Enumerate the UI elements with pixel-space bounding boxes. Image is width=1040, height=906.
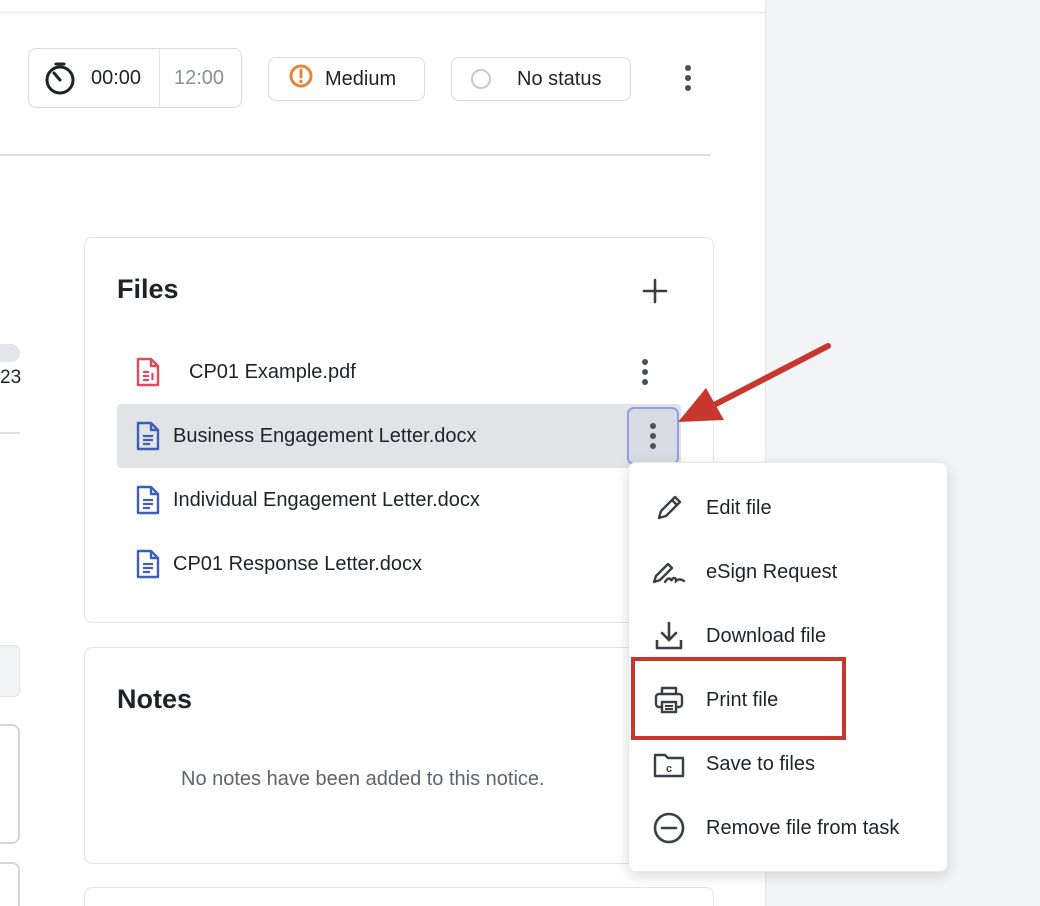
status-circle-icon <box>471 69 491 89</box>
top-border <box>0 0 765 13</box>
files-title: Files <box>117 274 179 304</box>
file-name: CP01 Response Letter.docx <box>173 552 423 575</box>
doc-file-icon <box>133 421 163 451</box>
header-more-icon[interactable] <box>673 60 703 96</box>
menu-label: Edit file <box>706 496 772 519</box>
menu-label: Save to files <box>706 752 815 775</box>
notes-empty-message: No notes have been added to this notice. <box>181 768 545 790</box>
left-field-fragment <box>0 645 20 697</box>
file-name: Business Engagement Letter.docx <box>173 424 477 447</box>
time-tracker[interactable]: 00:00 12:00 <box>28 48 242 108</box>
status-dropdown[interactable]: No status <box>451 57 631 101</box>
priority-alert-icon <box>289 64 313 94</box>
stopwatch-icon[interactable] <box>29 61 91 95</box>
doc-file-icon <box>133 485 163 515</box>
menu-label: eSign Request <box>706 560 838 583</box>
highlight-annotation <box>631 657 846 740</box>
notes-title: Notes <box>117 684 193 714</box>
timer-elapsed: 00:00 <box>91 66 142 89</box>
left-divider-fragment <box>0 432 20 434</box>
notes-card: Notes No notes have been added to this n… <box>84 647 714 864</box>
svg-text:c: c <box>666 763 672 775</box>
file-more-icon[interactable] <box>627 354 663 390</box>
menu-label: Download file <box>706 624 827 647</box>
doc-file-icon <box>133 549 163 579</box>
next-card-fragment <box>84 887 714 906</box>
signature-icon <box>651 554 687 590</box>
pencil-icon <box>651 490 687 526</box>
add-file-button[interactable] <box>640 276 670 306</box>
left-card-fragment-2 <box>0 862 20 906</box>
menu-item-esign-request[interactable]: eSign Request <box>629 540 949 604</box>
plus-icon <box>642 278 668 304</box>
menu-item-edit-file[interactable]: Edit file <box>629 476 949 540</box>
folder-icon: c <box>651 746 687 782</box>
minus-circle-icon <box>651 810 687 846</box>
file-name: CP01 Example.pdf <box>189 360 356 383</box>
arrow-annotation <box>678 343 831 422</box>
left-card-fragment <box>0 724 20 844</box>
menu-label: Remove file from task <box>706 816 900 839</box>
progress-bar-fragment <box>0 344 20 362</box>
file-row-selected[interactable]: Business Engagement Letter.docx <box>117 404 681 468</box>
pdf-file-icon <box>133 357 163 387</box>
download-icon <box>651 618 687 654</box>
file-row[interactable]: CP01 Example.pdf <box>117 340 681 404</box>
timer-estimate[interactable]: 12:00 <box>160 67 224 90</box>
priority-dropdown[interactable]: Medium <box>268 57 425 101</box>
left-value-fragment: 23 <box>0 367 22 388</box>
priority-label: Medium <box>325 67 397 90</box>
file-name: Individual Engagement Letter.docx <box>173 488 480 511</box>
status-label: No status <box>517 67 602 90</box>
file-row[interactable]: CP01 Response Letter.docx <box>117 532 681 596</box>
menu-item-save-to-files[interactable]: c Save to files <box>629 732 949 796</box>
menu-item-remove-file[interactable]: Remove file from task <box>629 796 949 860</box>
file-row[interactable]: Individual Engagement Letter.docx <box>117 468 681 532</box>
header-divider <box>0 154 711 156</box>
files-card: Files CP01 Example.pdf Business Engageme… <box>84 237 714 623</box>
